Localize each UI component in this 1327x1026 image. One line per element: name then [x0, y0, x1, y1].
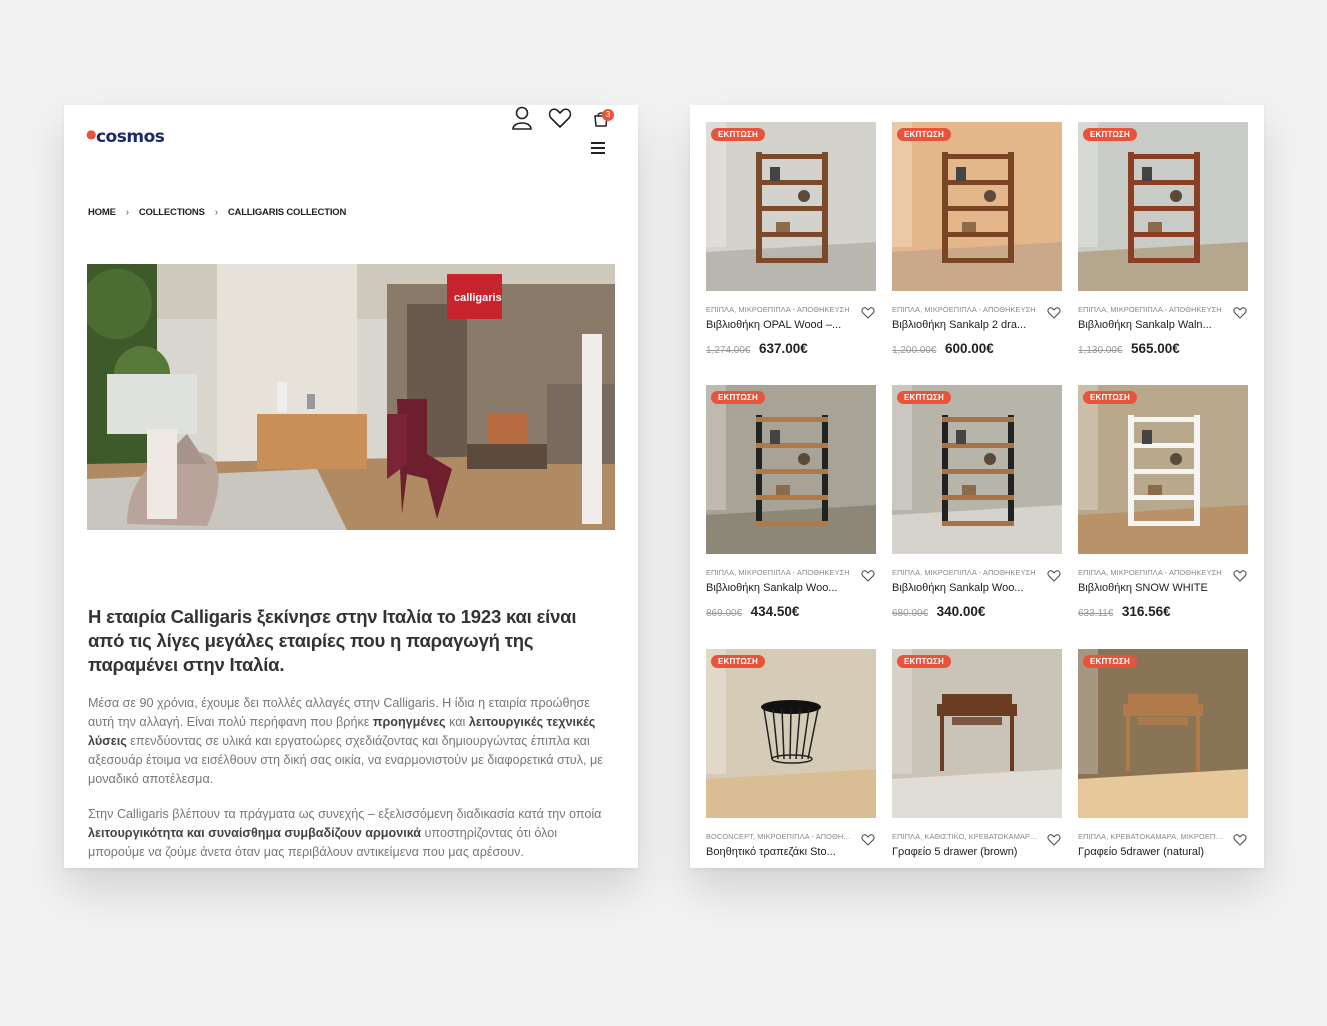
product-photo[interactable] — [706, 122, 876, 291]
article-heading: Η εταιρία Calligaris ξεκίνησε στην Ιταλί… — [88, 606, 577, 675]
product-category[interactable]: ΕΠΙΠΛΑ, ΜΙΚΡΟΕΠΙΠΛΑ - ΑΠΟΘΗΚΕΥΣΗ — [706, 305, 852, 314]
product-title[interactable]: Βοηθητικό τραπεζάκι Sto... — [706, 846, 852, 858]
breadcrumb: HOME › COLLECTIONS › CALLIGARIS COLLECTI… — [88, 207, 346, 218]
old-price: 680.00€ — [892, 608, 929, 619]
old-price: 869.00€ — [706, 608, 743, 619]
product-card[interactable]: ΕΚΠΤΩΣΗ ΕΠΙΠΛΑ, ΜΙΚΡΟΕΠΙΠΛΑ - ΑΠΟΘΗΚΕΥΣΗ… — [1078, 122, 1248, 362]
sale-badge: ΕΚΠΤΩΣΗ — [897, 655, 952, 668]
product-photo[interactable] — [1078, 122, 1248, 291]
sale-badge: ΕΚΠΤΩΣΗ — [711, 391, 766, 404]
add-to-wishlist-heart-icon[interactable] — [1233, 833, 1247, 846]
product-title[interactable]: Βιβλιοθήκη Sankalp 2 dra... — [892, 319, 1038, 331]
user-icon[interactable] — [509, 105, 535, 131]
product-category[interactable]: ΕΠΙΠΛΑ, ΜΙΚΡΟΕΠΙΠΛΑ - ΑΠΟΘΗΚΕΥΣΗ — [892, 568, 1038, 577]
product-card[interactable]: ΕΚΠΤΩΣΗ ΕΠΙΠΛΑ, ΜΙΚΡΟΕΠΙΠΛΑ - ΑΠΟΘΗΚΕΥΣΗ… — [706, 122, 876, 362]
add-to-wishlist-heart-icon[interactable] — [1233, 306, 1247, 319]
sale-price: 637.00€ — [758, 341, 808, 356]
product-title[interactable]: Γραφείο 5drawer (natural) — [1078, 846, 1224, 858]
cart-count-badge: 3 — [602, 109, 614, 121]
sale-badge: ΕΚΠΤΩΣΗ — [711, 655, 766, 668]
article-paragraph-1: Μέσα σε 90 χρόνια, έχουμε δει πολλές αλλ… — [88, 694, 608, 789]
product-photo[interactable] — [892, 385, 1062, 554]
wishlist-heart-icon[interactable] — [547, 105, 573, 131]
add-to-wishlist-heart-icon[interactable] — [861, 569, 875, 582]
product-card[interactable]: ΕΚΠΤΩΣΗ ΕΠΙΠΛΑ, ΜΙΚΡΟΕΠΙΠΛΑ - ΑΠΟΘΗΚΕΥΣΗ… — [706, 385, 876, 625]
sale-price: 316.56€ — [1121, 604, 1171, 619]
add-to-wishlist-heart-icon[interactable] — [1233, 569, 1247, 582]
logo-text: cosmos — [95, 127, 165, 147]
add-to-wishlist-heart-icon[interactable] — [861, 833, 875, 846]
calligaris-sign-text: calligaris — [454, 292, 502, 304]
product-prices: 1,200.00€ 600.00€ — [892, 340, 994, 358]
product-photo[interactable] — [892, 122, 1062, 291]
product-category[interactable]: ΕΠΙΠΛΑ, ΜΙΚΡΟΕΠΙΠΛΑ - ΑΠΟΘΗΚΕΥΣΗ — [1078, 568, 1224, 577]
calligaris-showroom-photo: calligaris — [87, 264, 615, 530]
product-title[interactable]: Βιβλιοθήκη SNOW WHITE — [1078, 582, 1224, 594]
paragraph-text: Στην Calligaris βλέπουν τα πράγματα ως σ… — [88, 807, 602, 821]
sale-badge: ΕΚΠΤΩΣΗ — [897, 128, 952, 141]
article-paragraph-2: Στην Calligaris βλέπουν τα πράγματα ως σ… — [88, 805, 608, 862]
paragraph-text: επενδύοντας σε υλικά και εργατοώρες σχεδ… — [88, 734, 603, 786]
product-title[interactable]: Βιβλιοθήκη Sankalp Waln... — [1078, 319, 1224, 331]
cosmos-logo[interactable]: ●cosmos — [86, 127, 165, 147]
sale-badge: ΕΚΠΤΩΣΗ — [1083, 128, 1138, 141]
breadcrumb-current: CALLIGARIS COLLECTION — [227, 207, 347, 218]
sale-price: 434.50€ — [750, 604, 800, 619]
product-category[interactable]: ΕΠΙΠΛΑ, ΜΙΚΡΟΕΠΙΠΛΑ - ΑΠΟΘΗΚΕΥΣΗ — [1078, 305, 1224, 314]
add-to-wishlist-heart-icon[interactable] — [861, 306, 875, 319]
old-price: 1,274.00€ — [706, 345, 751, 356]
product-photo[interactable] — [706, 649, 876, 818]
old-price: 1,200.00€ — [892, 345, 937, 356]
product-prices: 1,130.00€ 565.00€ — [1078, 340, 1180, 358]
sale-badge: ΕΚΠΤΩΣΗ — [711, 128, 766, 141]
breadcrumb-separator-icon: › — [125, 207, 129, 218]
breadcrumb-collections[interactable]: COLLECTIONS — [139, 207, 205, 218]
product-photo[interactable] — [1078, 385, 1248, 554]
product-title[interactable]: Βιβλιοθήκη OPAL Wood –... — [706, 319, 852, 331]
menu-hamburger-icon[interactable] — [591, 142, 605, 156]
product-photo[interactable] — [892, 649, 1062, 818]
old-price: 633.11€ — [1078, 608, 1114, 619]
product-prices: 680.00€ 340.00€ — [892, 603, 985, 621]
product-photo[interactable] — [1078, 649, 1248, 818]
sale-price: 565.00€ — [1130, 341, 1180, 356]
product-card[interactable]: ΕΚΠΤΩΣΗ ΕΠΙΠΛΑ, ΜΙΚΡΟΕΠΙΠΛΑ - ΑΠΟΘΗΚΕΥΣΗ… — [1078, 385, 1248, 625]
paragraph-text: και — [445, 715, 469, 729]
product-prices: 633.11€ 316.56€ — [1078, 603, 1171, 621]
add-to-wishlist-heart-icon[interactable] — [1047, 833, 1061, 846]
sale-price: 340.00€ — [936, 604, 986, 619]
product-card[interactable]: ΕΚΠΤΩΣΗ ΕΠΙΠΛΑ, ΜΙΚΡΟΕΠΙΠΛΑ - ΑΠΟΘΗΚΕΥΣΗ… — [892, 122, 1062, 362]
product-card[interactable]: ΕΚΠΤΩΣΗ ΕΠΙΠΛΑ, ΚΑΘΙΣΤΙΚΟ, ΚΡΕΒΑΤΟΚΑΜΑΡΑ… — [892, 649, 1062, 868]
product-prices: 869.00€ 434.50€ — [706, 603, 799, 621]
product-title[interactable]: Βιβλιοθήκη Sankalp Woo... — [706, 582, 852, 594]
logo-dot-icon: ● — [86, 127, 96, 141]
product-card[interactable]: ΕΚΠΤΩΣΗ ΕΠΙΠΛΑ, ΚΡΕΒΑΤΟΚΑΜΑΡΑ, ΜΙΚΡΟΕΠΙΠ… — [1078, 649, 1248, 868]
sale-badge: ΕΚΠΤΩΣΗ — [897, 391, 952, 404]
product-prices: 1,274.00€ 637.00€ — [706, 340, 808, 358]
product-title[interactable]: Γραφείο 5 drawer (brown) — [892, 846, 1038, 858]
add-to-wishlist-heart-icon[interactable] — [1047, 306, 1061, 319]
paragraph-bold-text: λειτουργικότητα και συναίσθημα συμβαδίζο… — [88, 826, 422, 840]
sale-price: 600.00€ — [944, 341, 994, 356]
sale-badge: ΕΚΠΤΩΣΗ — [1083, 655, 1138, 668]
old-price: 1,130.00€ — [1078, 345, 1123, 356]
mobile-article-mockup: ●cosmos 3 HOME › COLLECTIONS › CALLIGARI… — [64, 105, 638, 868]
product-category[interactable]: ΕΠΙΠΛΑ, ΜΙΚΡΟΕΠΙΠΛΑ - ΑΠΟΘΗΚΕΥΣΗ — [706, 568, 852, 577]
product-card[interactable]: ΕΚΠΤΩΣΗ BOCONCEPT, ΜΙΚΡΟΕΠΙΠΛΑ - ΑΠΟΘΗΚ.… — [706, 649, 876, 868]
sale-badge: ΕΚΠΤΩΣΗ — [1083, 391, 1138, 404]
product-category[interactable]: ΕΠΙΠΛΑ, ΜΙΚΡΟΕΠΙΠΛΑ - ΑΠΟΘΗΚΕΥΣΗ — [892, 305, 1038, 314]
product-grid-mockup: ΕΚΠΤΩΣΗ ΕΠΙΠΛΑ, ΜΙΚΡΟΕΠΙΠΛΑ - ΑΠΟΘΗΚΕΥΣΗ… — [690, 105, 1264, 868]
breadcrumb-home[interactable]: HOME — [88, 207, 116, 218]
product-category[interactable]: ΕΠΙΠΛΑ, ΚΑΘΙΣΤΙΚΟ, ΚΡΕΒΑΤΟΚΑΜΑΡΑ, ... — [892, 832, 1038, 841]
add-to-wishlist-heart-icon[interactable] — [1047, 569, 1061, 582]
paragraph-bold-text: προηγμένες — [372, 715, 446, 729]
product-photo[interactable] — [706, 385, 876, 554]
breadcrumb-separator-icon: › — [214, 207, 218, 218]
product-card[interactable]: ΕΚΠΤΩΣΗ ΕΠΙΠΛΑ, ΜΙΚΡΟΕΠΙΠΛΑ - ΑΠΟΘΗΚΕΥΣΗ… — [892, 385, 1062, 625]
product-title[interactable]: Βιβλιοθήκη Sankalp Woo... — [892, 582, 1038, 594]
product-category[interactable]: BOCONCEPT, ΜΙΚΡΟΕΠΙΠΛΑ - ΑΠΟΘΗΚ... — [706, 832, 852, 841]
product-category[interactable]: ΕΠΙΠΛΑ, ΚΡΕΒΑΤΟΚΑΜΑΡΑ, ΜΙΚΡΟΕΠΙΠ... — [1078, 832, 1224, 841]
